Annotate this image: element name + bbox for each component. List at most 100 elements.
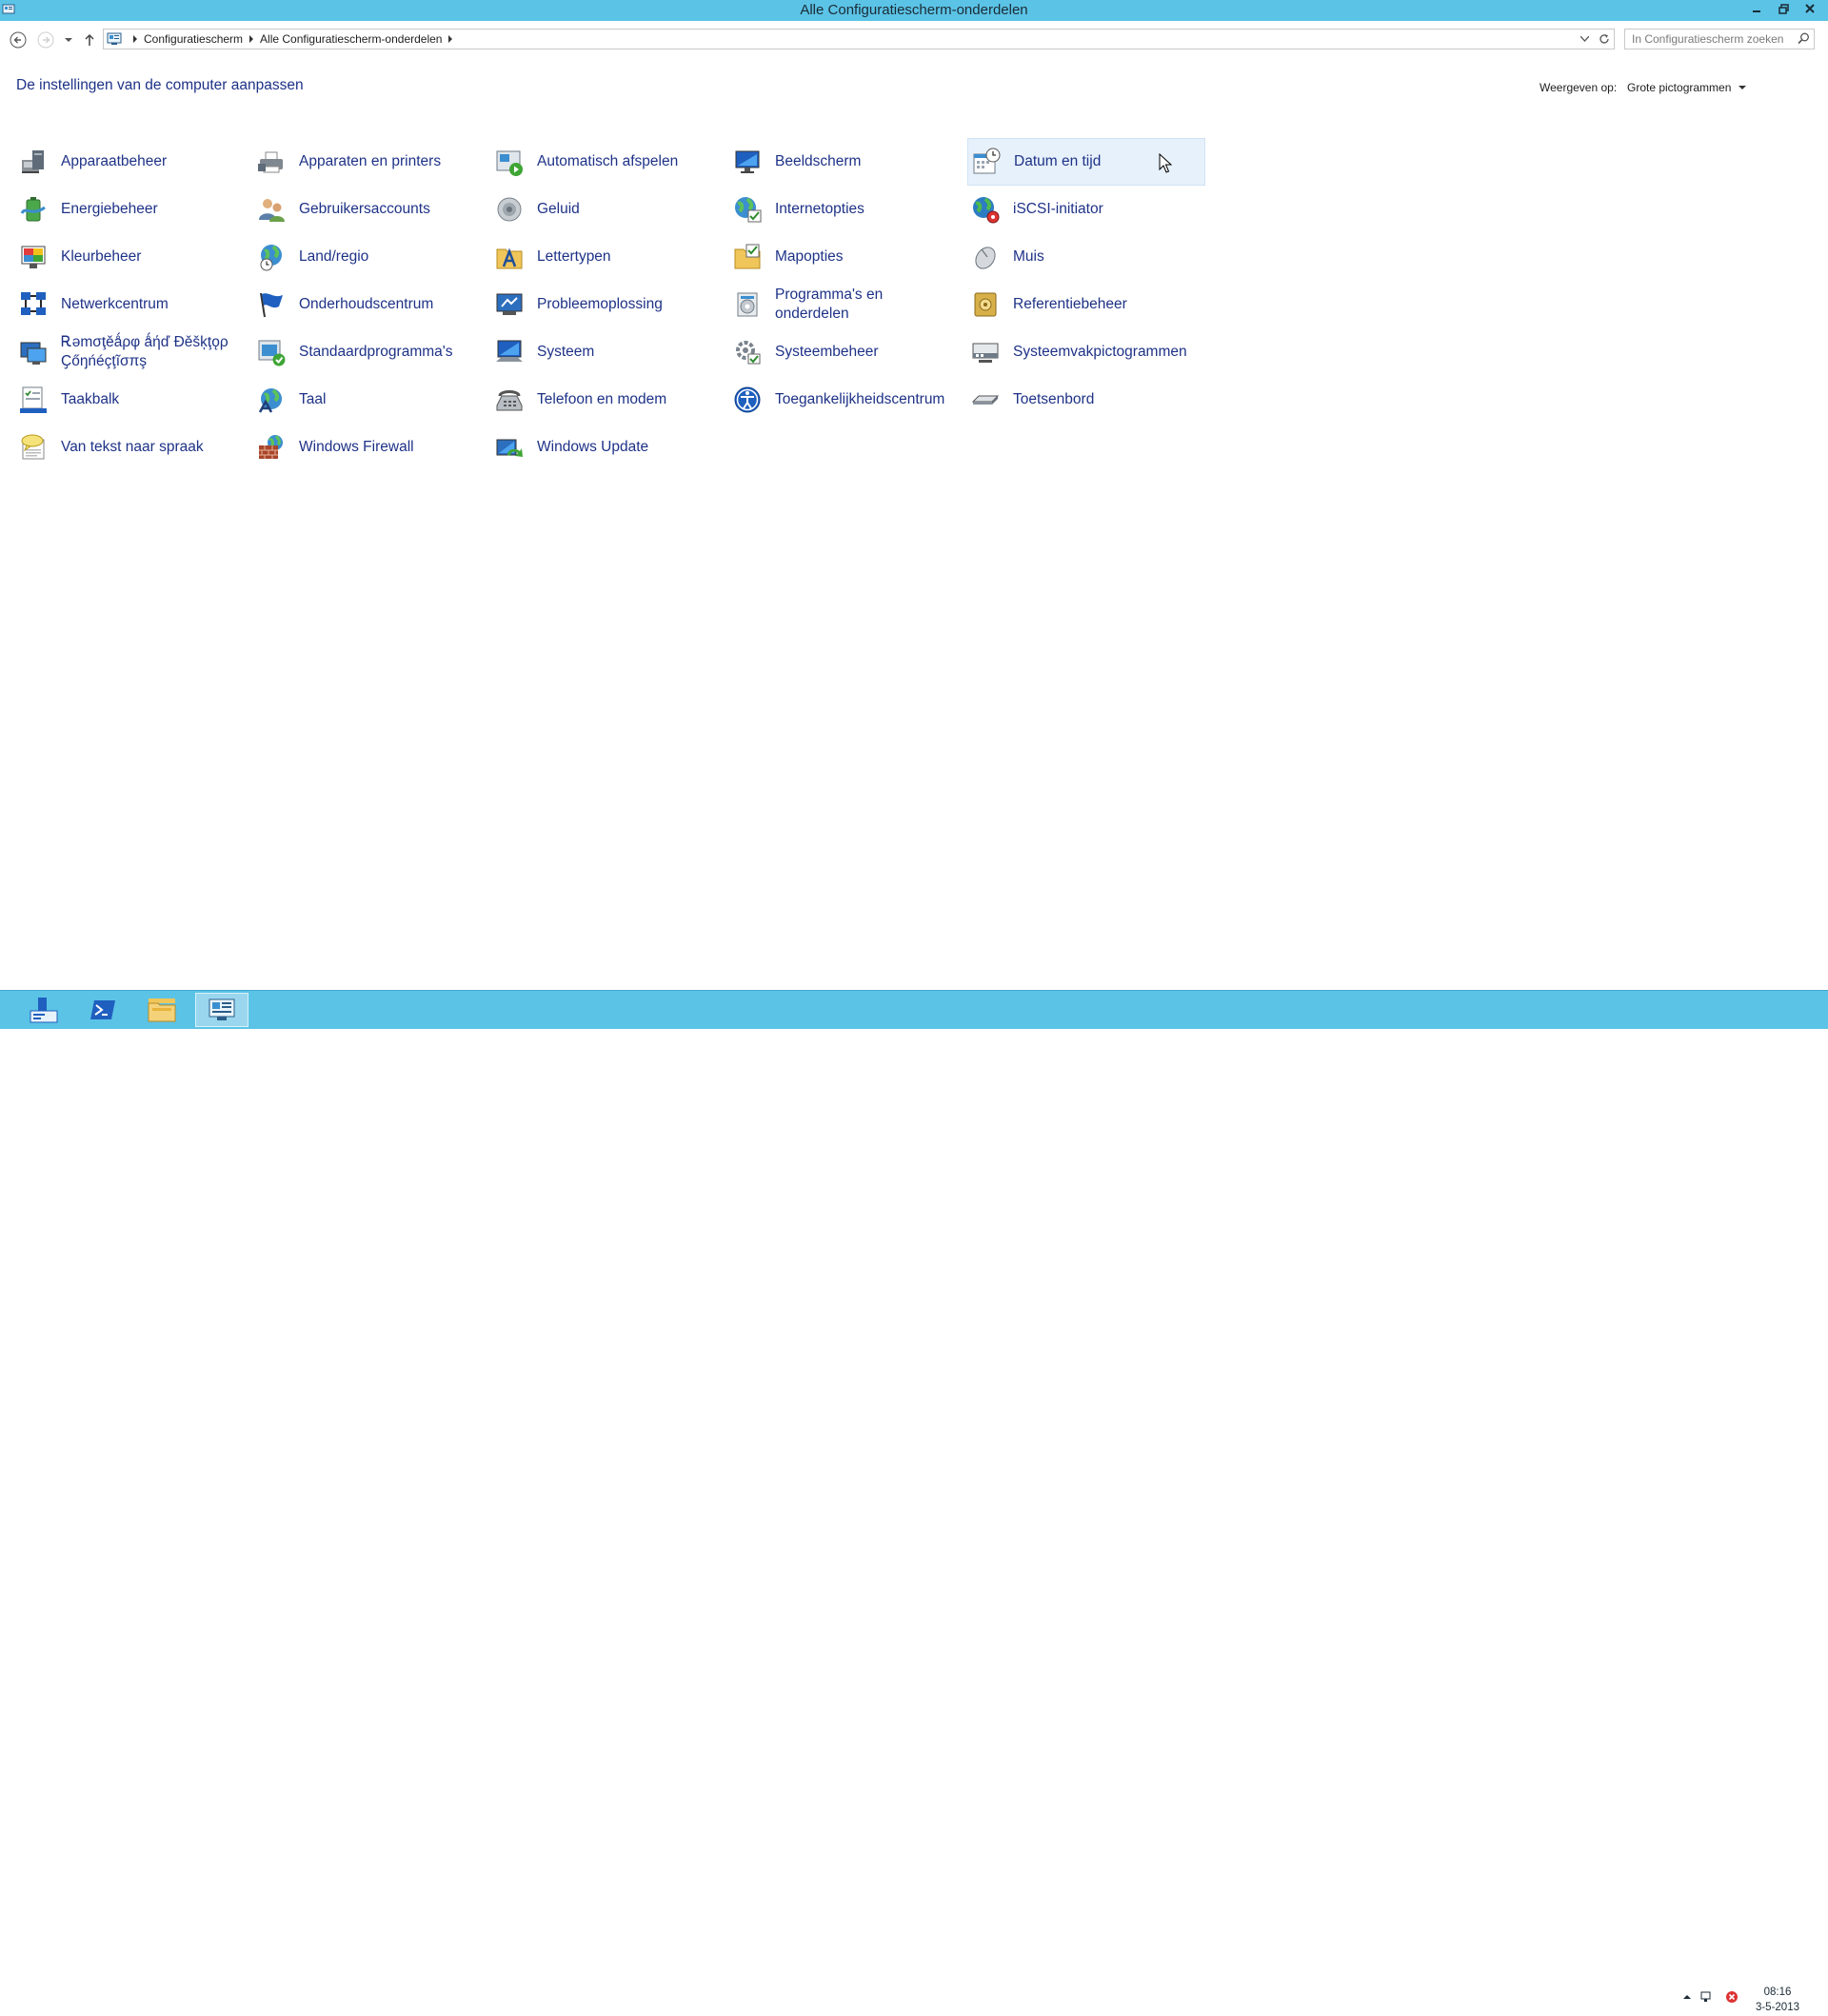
item-apparaatbeheer[interactable]: Apparaatbeheer xyxy=(15,138,253,186)
item-windows-firewall[interactable]: Windows Firewall xyxy=(253,424,491,471)
clock-date: 3-5-2013 xyxy=(1755,2002,1799,2013)
item-land-regio[interactable]: Land/regio xyxy=(253,233,491,281)
recent-locations-button[interactable] xyxy=(59,30,78,49)
folder-check-icon xyxy=(732,242,763,272)
window-controls xyxy=(1746,0,1820,21)
server-manager-icon xyxy=(30,998,58,1023)
item-beeldscherm[interactable]: Beeldscherm xyxy=(729,138,967,186)
forward-button[interactable] xyxy=(36,30,55,49)
restore-button[interactable] xyxy=(1773,0,1794,17)
item-label: Ꭱǝmσţěǻρφ ǻήď Ðěšķţǫρ Ҫőŋńéçţĩσπş xyxy=(61,334,228,369)
mouse-pointer-icon xyxy=(1159,153,1172,173)
item-iscsi-initiator[interactable]: iSCSI-initiator xyxy=(967,186,1205,233)
chevron-up-icon[interactable] xyxy=(1683,1994,1691,2000)
item-systeembeheer[interactable]: Systeembeheer xyxy=(729,328,967,376)
item-apparaten-en-printers[interactable]: Apparaten en printers xyxy=(253,138,491,186)
view-by-value: Grote pictogrammen xyxy=(1627,81,1732,94)
remote-desktop-icon xyxy=(18,337,49,367)
item-lettertypen[interactable]: Lettertypen xyxy=(491,233,729,281)
taskbar-powershell[interactable] xyxy=(76,993,129,1027)
item-van-tekst-naar-spraak[interactable]: Van tekst naar spraak xyxy=(15,424,253,471)
breadcrumb-separator[interactable] xyxy=(133,35,137,43)
speaker-icon xyxy=(494,194,525,225)
breadcrumb-separator[interactable] xyxy=(249,35,254,43)
users-icon xyxy=(256,194,287,225)
mouse-icon xyxy=(970,242,1001,272)
refresh-icon[interactable] xyxy=(1599,33,1610,45)
close-button[interactable] xyxy=(1799,0,1820,17)
item-telefoon-en-modem[interactable]: Telefoon en modem xyxy=(491,376,729,424)
calendar-clock-icon xyxy=(971,147,1002,177)
troubleshoot-icon xyxy=(494,289,525,320)
minimize-button[interactable] xyxy=(1746,0,1767,17)
up-button[interactable] xyxy=(80,30,99,49)
display-icon xyxy=(732,147,763,177)
item-windows-update[interactable]: Windows Update xyxy=(491,424,729,471)
back-button[interactable] xyxy=(9,30,28,49)
network-icon xyxy=(18,289,49,320)
item-remote-desktop-connections[interactable]: Ꭱǝmσţěǻρφ ǻήď Ðěšķţǫρ Ҫőŋńéçţĩσπş xyxy=(15,328,253,376)
accessibility-icon xyxy=(732,385,763,415)
item-toetsenbord[interactable]: Toetsenbord xyxy=(967,376,1205,424)
search-input[interactable]: In Configuratiescherm zoeken xyxy=(1624,29,1815,49)
item-label: Apparaten en printers xyxy=(299,153,442,169)
default-programs-icon xyxy=(256,337,287,367)
chevron-down-icon[interactable] xyxy=(1580,36,1589,42)
phone-icon xyxy=(494,385,525,415)
window-title: Alle Configuratiescherm-onderdelen xyxy=(800,2,1028,18)
system-tray xyxy=(1683,1990,1739,2004)
item-systeemvakpictogrammen[interactable]: Systeemvakpictogrammen xyxy=(967,328,1205,376)
view-by-dropdown[interactable]: Grote pictogrammen xyxy=(1627,81,1747,94)
battery-icon xyxy=(18,194,49,225)
title-bar: Alle Configuratiescherm-onderdelen xyxy=(0,0,1828,21)
item-onderhoudscentrum[interactable]: Onderhoudscentrum xyxy=(253,281,491,328)
chevron-down-icon xyxy=(65,38,72,42)
control-panel-icon xyxy=(209,998,235,1020)
breadcrumb-item-control-panel[interactable]: Configuratiescherm xyxy=(144,30,243,49)
item-kleurbeheer[interactable]: Kleurbeheer xyxy=(15,233,253,281)
item-automatisch-afspelen[interactable]: Automatisch afspelen xyxy=(491,138,729,186)
item-label: iSCSI-initiator xyxy=(1013,201,1103,217)
taskbar-icon xyxy=(18,385,49,415)
item-netwerkcentrum[interactable]: Netwerkcentrum xyxy=(15,281,253,328)
clock[interactable]: 08:16 3-5-2013 xyxy=(1756,1985,1799,2015)
warning-icon[interactable] xyxy=(1725,1990,1739,2004)
clock-time: 08:16 xyxy=(1763,1986,1792,1998)
item-taal[interactable]: Taal xyxy=(253,376,491,424)
control-panel-items: Apparaatbeheer Apparaten en printers Aut… xyxy=(15,138,1205,471)
network-status-icon[interactable] xyxy=(1700,1990,1716,2004)
item-programmas-en-onderdelen[interactable]: Programma's en onderdelen xyxy=(729,281,967,328)
item-systeem[interactable]: Systeem xyxy=(491,328,729,376)
item-referentiebeheer[interactable]: Referentiebeheer xyxy=(967,281,1205,328)
item-label: Windows Update xyxy=(537,439,649,455)
breadcrumb-item-all-items[interactable]: Alle Configuratiescherm-onderdelen xyxy=(260,30,442,49)
item-mapopties[interactable]: Mapopties xyxy=(729,233,967,281)
taskbar-control-panel[interactable] xyxy=(195,993,248,1027)
taskbar-file-explorer[interactable] xyxy=(135,993,189,1027)
item-gebruikersaccounts[interactable]: Gebruikersaccounts xyxy=(253,186,491,233)
admin-tools-icon xyxy=(732,337,763,367)
taskbar-server-manager[interactable] xyxy=(17,993,70,1027)
item-label: Programma's en onderdelen xyxy=(775,287,884,322)
item-toegankelijkheidscentrum[interactable]: Toegankelijkheidscentrum xyxy=(729,376,967,424)
item-geluid[interactable]: Geluid xyxy=(491,186,729,233)
search-icon xyxy=(1798,32,1809,45)
firewall-icon xyxy=(256,432,287,463)
address-bar[interactable]: Configuratiescherm Alle Configuratiesche… xyxy=(103,29,1615,49)
item-label: Energiebeheer xyxy=(61,201,158,217)
item-taakbalk[interactable]: Taakbalk xyxy=(15,376,253,424)
item-label: Taal xyxy=(299,391,327,407)
item-label: Beeldscherm xyxy=(775,153,862,169)
breadcrumb-separator[interactable] xyxy=(448,35,453,43)
item-label: Kleurbeheer xyxy=(61,248,142,265)
item-probleemoplossing[interactable]: Probleemoplossing xyxy=(491,281,729,328)
view-by-label: Weergeven op: xyxy=(1540,81,1618,94)
item-internetopties[interactable]: Internetopties xyxy=(729,186,967,233)
item-label: Van tekst naar spraak xyxy=(61,439,204,455)
item-label: Referentiebeheer xyxy=(1013,296,1127,312)
item-muis[interactable]: Muis xyxy=(967,233,1205,281)
item-energiebeheer[interactable]: Energiebeheer xyxy=(15,186,253,233)
restore-icon xyxy=(1778,3,1789,14)
item-standaardprogrammas[interactable]: Standaardprogramma's xyxy=(253,328,491,376)
item-label: Systeem xyxy=(537,344,595,360)
